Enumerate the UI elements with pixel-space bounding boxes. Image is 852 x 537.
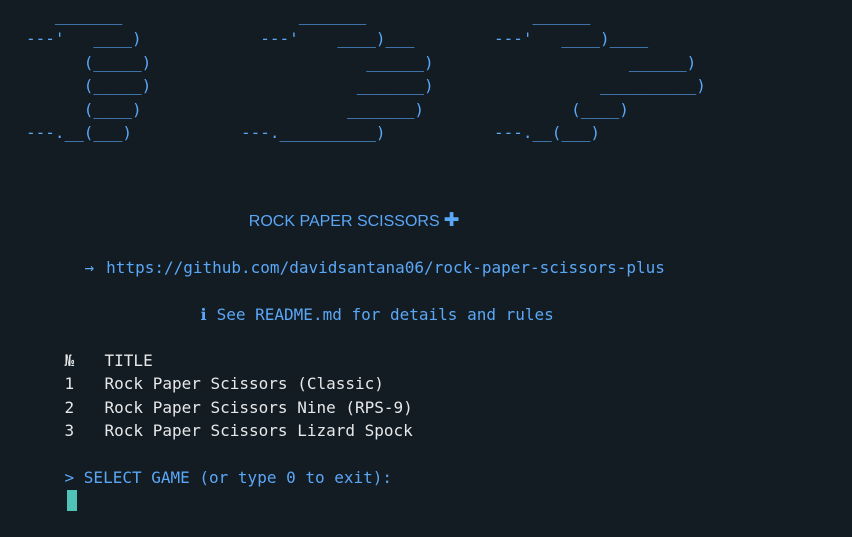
- text-cursor[interactable]: [66, 489, 77, 511]
- row-title: Rock Paper Scissors Lizard Spock: [104, 421, 413, 441]
- arrow-right-icon: →: [84, 258, 95, 278]
- info-icon: ℹ: [200, 305, 207, 325]
- row-number: 3: [64, 421, 75, 441]
- rock-ascii-art: _______ ---' ____) (_____) (_____) (____…: [26, 6, 152, 143]
- select-game-prompt[interactable]: > SELECT GAME (or type 0 to exit):: [26, 443, 392, 537]
- plus-icon: ✚: [443, 210, 460, 232]
- readme-hint-text: See README.md for details and rules: [216, 305, 554, 325]
- terminal-window: _______ ---' ____) (_____) (_____) (____…: [0, 0, 852, 511]
- game-title-text: ROCK PAPER SCISSORS: [248, 213, 440, 231]
- paper-ascii-art: _______ ---' ____)___ ______) _______) _…: [241, 6, 434, 143]
- repo-link[interactable]: https://github.com/davidsantana06/rock-p…: [106, 258, 665, 277]
- prompt-text: > SELECT GAME (or type 0 to exit):: [64, 468, 393, 488]
- readme-hint: ℹ See README.md for details and rules: [162, 280, 554, 350]
- scissors-ascii-art: ______ ---' ____)____ ______) __________…: [494, 6, 706, 143]
